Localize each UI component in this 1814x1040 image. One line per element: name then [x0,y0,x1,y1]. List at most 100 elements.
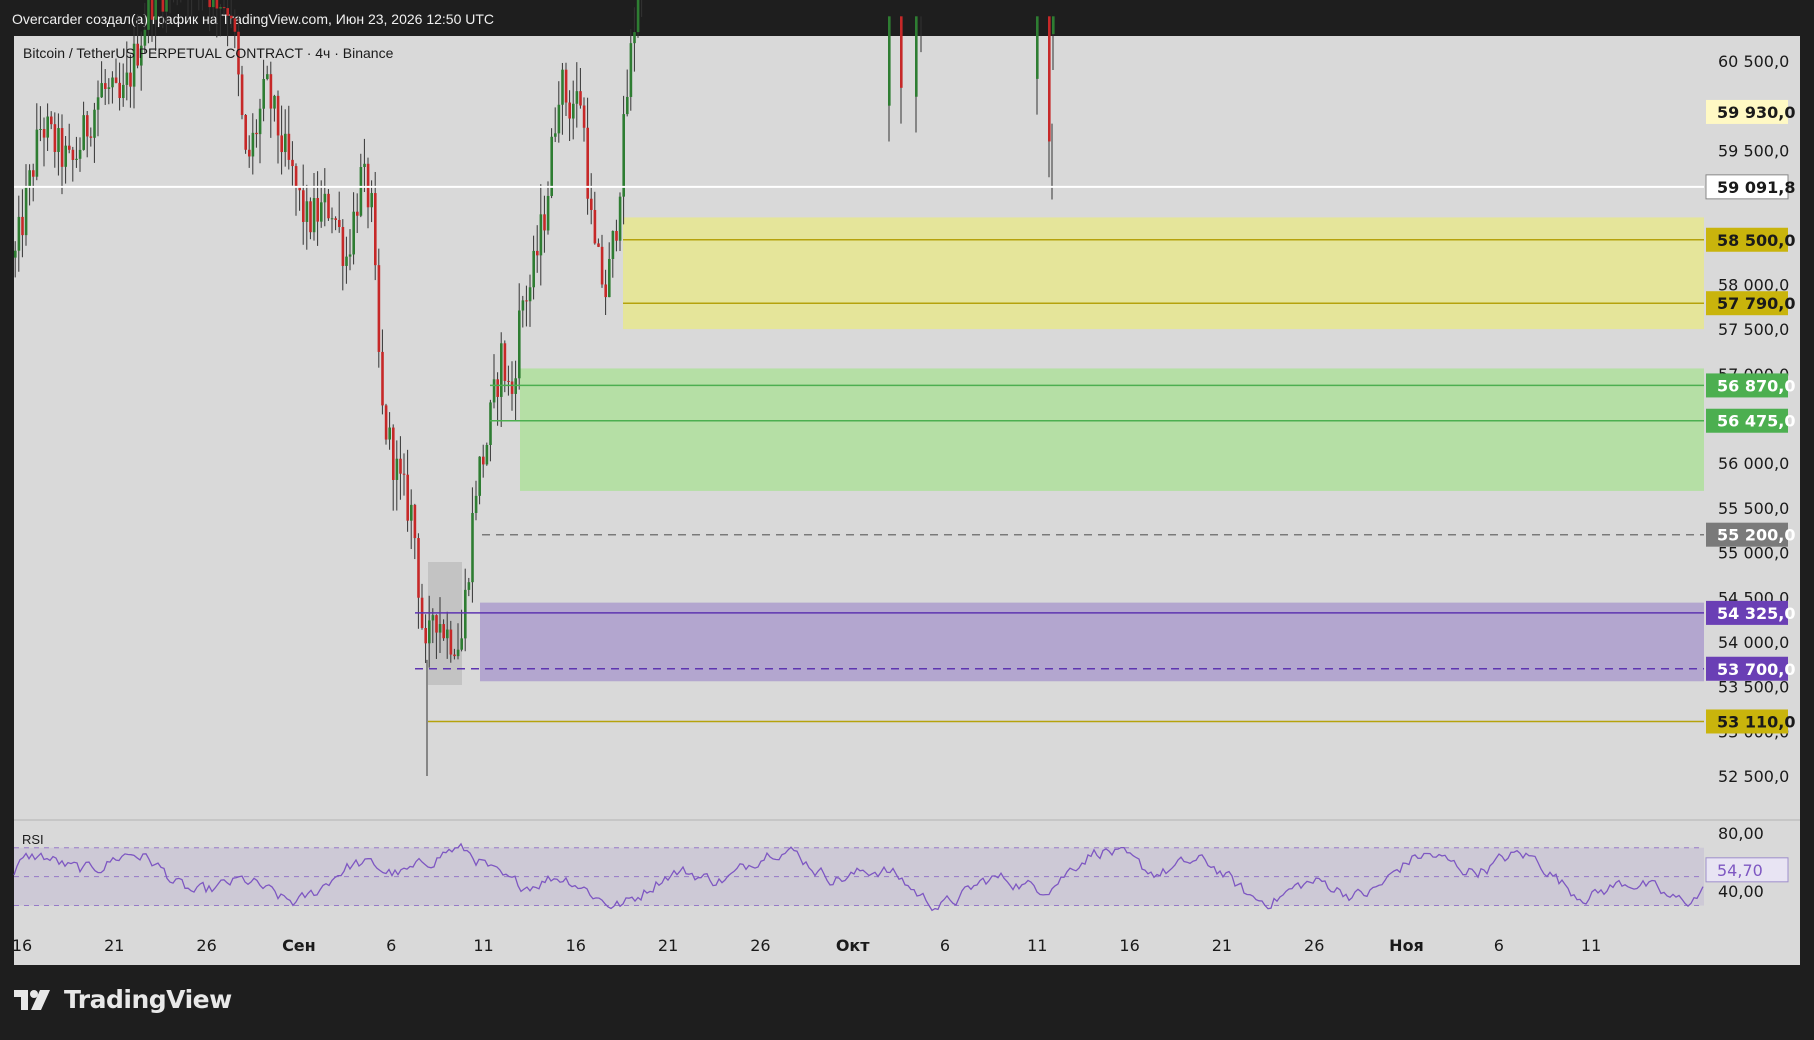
candle-body [273,95,276,109]
y-tick-label: 60 500,0 [1718,52,1789,71]
price-label-text: 56 870,0 [1717,376,1795,395]
candle-body [381,351,384,406]
candle-body [611,230,615,259]
y-tick-label: 55 500,0 [1718,499,1789,518]
candle-body [446,629,449,639]
candle-body [568,102,571,119]
candle-body [327,193,330,219]
symbol-title: Bitcoin / TetherUS PERPETUAL CONTRACT · … [23,45,394,61]
candle-body [291,159,294,167]
candle-body [579,91,582,106]
yellow-zone [623,217,1704,330]
candle-body [330,218,334,220]
candle-body [478,456,481,496]
price-label-text: 59 091,8 [1717,178,1795,197]
candle-body [363,163,366,168]
candle-body [489,402,492,446]
candle-body [215,0,219,9]
candle-body [521,300,525,311]
x-tick-label: 6 [1494,936,1504,955]
candle-body [622,114,625,197]
candle-body [125,72,129,85]
price-label-text: 53 700,0 [1717,660,1795,679]
candle-body [71,149,75,160]
candle-body [554,133,557,137]
y-tick-label: 54 000,0 [1718,633,1789,652]
candle-body [230,15,233,19]
x-tick-label: 11 [473,936,493,955]
candle-body [572,103,575,119]
candle-body [424,628,427,644]
candle-body [323,193,327,203]
candle-body [42,129,46,138]
candle-body [53,124,57,152]
price-label-text: 53 110,0 [1717,712,1795,731]
candle-body [212,0,215,8]
price-label-text: 59 930,0 [1717,103,1795,122]
candle-body [64,145,67,167]
candle-body [366,163,370,208]
rsi-tick-label: 80,00 [1718,824,1764,843]
candle-body [460,638,463,650]
candle-body [532,250,535,288]
candle-body [100,83,103,98]
candle-body [604,284,607,298]
rsi-value-label: 54,70 [1717,861,1763,880]
candle-body [384,405,388,440]
candle-body [262,79,265,109]
candle-body [600,246,604,285]
candle-body [388,427,391,440]
candle-body [222,7,226,9]
candle-body [35,129,39,177]
candle-body [503,343,507,381]
candle-body [496,379,499,397]
candle-body [244,115,247,150]
candle-body [428,620,431,644]
candle-body [377,265,381,352]
candle-body [618,196,622,241]
candle-body [395,458,399,480]
y-tick-label: 56 000,0 [1718,454,1789,473]
price-chart[interactable]: 52 500,053 000,053 500,054 000,054 500,0… [0,0,1814,965]
candle-body [266,74,269,80]
candle-body [900,16,903,88]
candle-body [114,77,118,83]
x-tick-label: 21 [1212,936,1232,955]
price-label-text: 55 200,0 [1717,526,1795,545]
x-tick-label: 6 [940,936,950,955]
candle-body [269,74,273,109]
candle-body [57,128,60,152]
candle-body [255,132,258,135]
candle-body [464,589,467,639]
candle-body [240,74,244,116]
candle-body [17,216,21,251]
candle-body [129,72,132,87]
candle-body [1036,16,1039,79]
candle-body [248,149,251,157]
candle-body [561,69,564,105]
x-tick-label: 26 [1304,936,1324,955]
footer [0,965,1814,1040]
candle-body [413,504,417,539]
candle-body [338,219,341,228]
candle-body [536,250,539,256]
tradingview-logo[interactable]: TradingView [14,985,232,1014]
candle-body [14,250,17,258]
candle-body [345,256,348,266]
y-tick-label: 57 500,0 [1718,320,1789,339]
candle-body [557,104,561,134]
candle-body [143,29,147,46]
rsi-tick-label: 40,00 [1718,882,1764,901]
candle-body [219,7,222,9]
x-tick-label: 21 [658,936,678,955]
candle-body [543,214,546,231]
candle-body [399,458,402,474]
candle-body [352,211,355,255]
candle-body [334,218,337,220]
candle-body [104,83,107,89]
candle-body [122,84,125,99]
candle-body [888,16,891,106]
candle-body [226,8,229,16]
x-tick-label: 6 [386,936,396,955]
candle-body [525,300,528,302]
